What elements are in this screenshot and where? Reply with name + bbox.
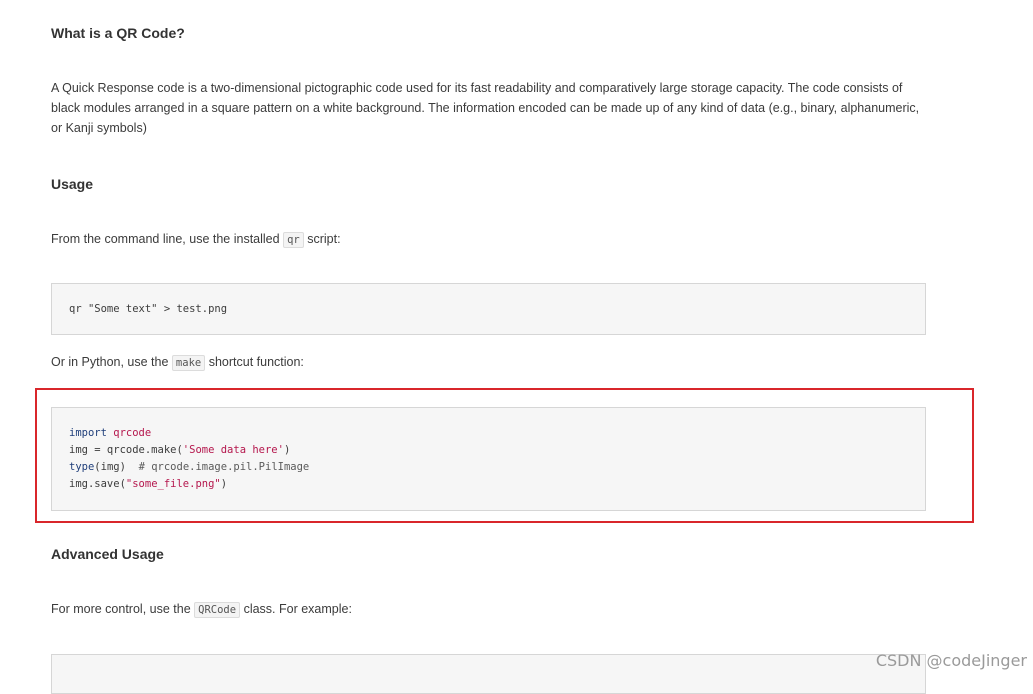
- what-paragraph-line-3: or Kanji symbols): [51, 121, 147, 135]
- cli-intro: From the command line, use the installed…: [51, 229, 931, 250]
- inline-code-qr: qr: [283, 232, 304, 248]
- heading-advanced-usage: Advanced Usage: [51, 546, 164, 562]
- heading-usage: Usage: [51, 176, 94, 192]
- advanced-intro-after: class. For example:: [243, 602, 352, 616]
- advanced-code-block: [51, 654, 926, 694]
- cli-intro-before: From the command line, use the installed: [51, 232, 280, 246]
- cli-intro-after: script:: [307, 232, 341, 246]
- advanced-intro: For more control, use the QRCode class. …: [51, 599, 931, 620]
- red-highlight-frame: [35, 388, 974, 523]
- python-intro-before: Or in Python, use the: [51, 355, 169, 369]
- python-intro: Or in Python, use the make shortcut func…: [51, 352, 931, 373]
- what-paragraph: A Quick Response code is a two-dimension…: [51, 78, 931, 138]
- advanced-intro-before: For more control, use the: [51, 602, 191, 616]
- python-intro-after: shortcut function:: [208, 355, 304, 369]
- cli-code-block: qr "Some text" > test.png: [51, 283, 926, 335]
- inline-code-qrcode-class: QRCode: [194, 602, 241, 618]
- heading-what-is-qr: What is a QR Code?: [51, 25, 185, 41]
- what-paragraph-line-1: A Quick Response code is a two-dimension…: [51, 81, 903, 95]
- what-paragraph-line-2: black modules arranged in a square patte…: [51, 101, 920, 115]
- cli-code-line: qr "Some text" > test.png: [69, 303, 228, 315]
- watermark: CSDN @codeJinger: [875, 651, 1027, 670]
- inline-code-make: make: [171, 355, 206, 371]
